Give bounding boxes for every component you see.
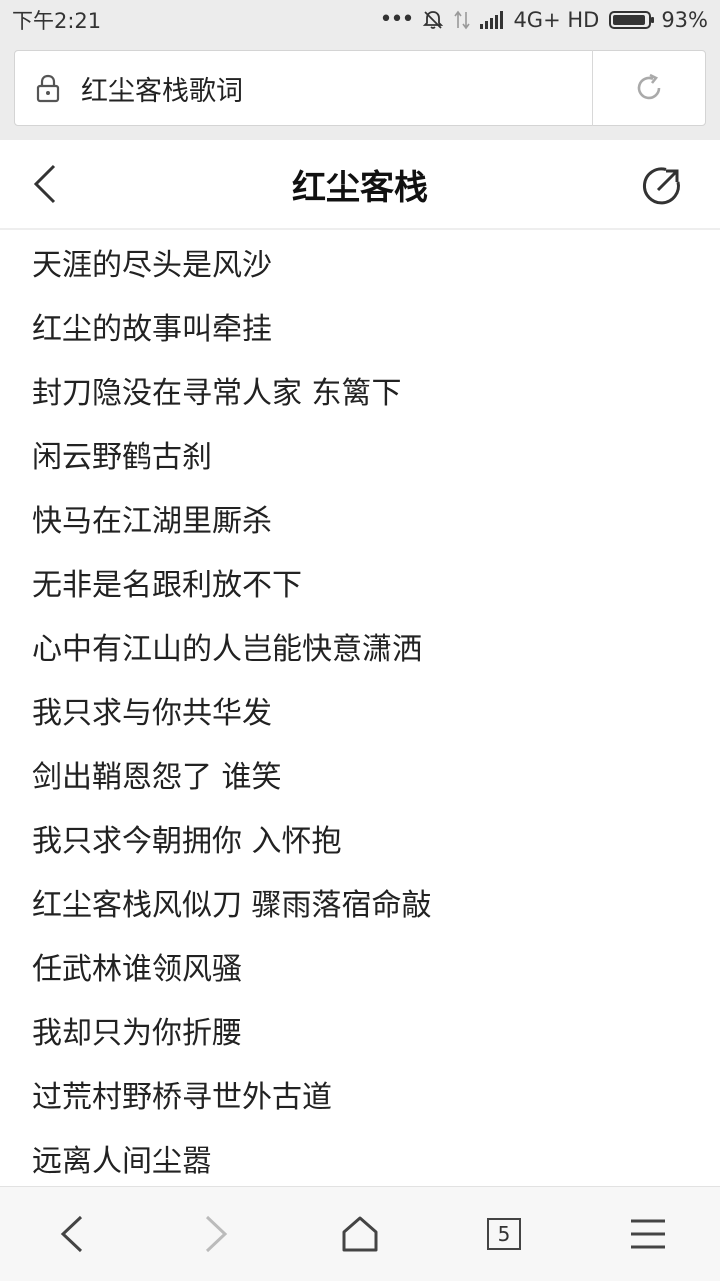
chevron-left-icon[interactable] (32, 1194, 112, 1274)
lyric-line: 天涯的尽头是风沙 (32, 234, 702, 298)
status-bar: 下午2:21 ••• 4G+ HD 93% (0, 0, 720, 40)
tab-count: 5 (487, 1218, 521, 1250)
lyric-line: 闲云野鹤古刹 (32, 426, 702, 490)
lock-icon (35, 68, 81, 108)
lyric-line: 快马在江湖里厮杀 (32, 490, 702, 554)
battery-fill (613, 15, 645, 25)
status-time: 下午2:21 (0, 5, 101, 35)
lyric-line: 红尘的故事叫牵挂 (32, 298, 702, 362)
url-text[interactable]: 红尘客栈歌词 (81, 69, 592, 108)
page-header: 红尘客栈 (0, 140, 720, 230)
data-transfer-icon (454, 10, 470, 30)
lyric-line: 过荒村野桥寻世外古道 (32, 1066, 702, 1130)
lyrics-list: 天涯的尽头是风沙红尘的故事叫牵挂封刀隐没在寻常人家 东篱下闲云野鹤古刹快马在江湖… (32, 234, 702, 1194)
lyric-line: 红尘客栈风似刀 骤雨落宿命敲 (32, 874, 702, 938)
browser-toolbar: 红尘客栈歌词 (0, 40, 720, 140)
status-indicators: ••• 4G+ HD 93% (380, 8, 720, 32)
address-bar[interactable]: 红尘客栈歌词 (14, 50, 706, 126)
tabs-button[interactable]: 5 (464, 1194, 544, 1274)
battery-percent: 93% (661, 8, 708, 32)
home-icon[interactable] (320, 1194, 400, 1274)
lyric-line: 任武林谁领风骚 (32, 938, 702, 1002)
reload-icon[interactable] (593, 50, 705, 126)
chevron-right-icon[interactable] (176, 1194, 256, 1274)
battery-icon (609, 11, 651, 29)
signal-strength-icon (480, 11, 503, 29)
back-arrow-icon[interactable] (22, 160, 70, 208)
share-icon[interactable] (640, 164, 684, 208)
lyric-line: 我只求今朝拥你 入怀抱 (32, 810, 702, 874)
lyric-line: 无非是名跟利放不下 (32, 554, 702, 618)
lyric-line: 我却只为你折腰 (32, 1002, 702, 1066)
lyric-line: 我只求与你共华发 (32, 682, 702, 746)
lyric-line: 剑出鞘恩怨了 谁笑 (32, 746, 702, 810)
more-notifications-icon: ••• (380, 9, 413, 31)
page-title: 红尘客栈 (292, 160, 428, 209)
menu-icon[interactable] (608, 1194, 688, 1274)
bell-muted-icon (422, 9, 444, 31)
bottom-navigation: 5 (0, 1186, 720, 1281)
lyric-line: 封刀隐没在寻常人家 东篱下 (32, 362, 702, 426)
network-type: 4G+ HD (513, 8, 599, 32)
lyric-line: 远离人间尘嚣 (32, 1130, 702, 1194)
lyric-line: 心中有江山的人岂能快意潇洒 (32, 618, 702, 682)
